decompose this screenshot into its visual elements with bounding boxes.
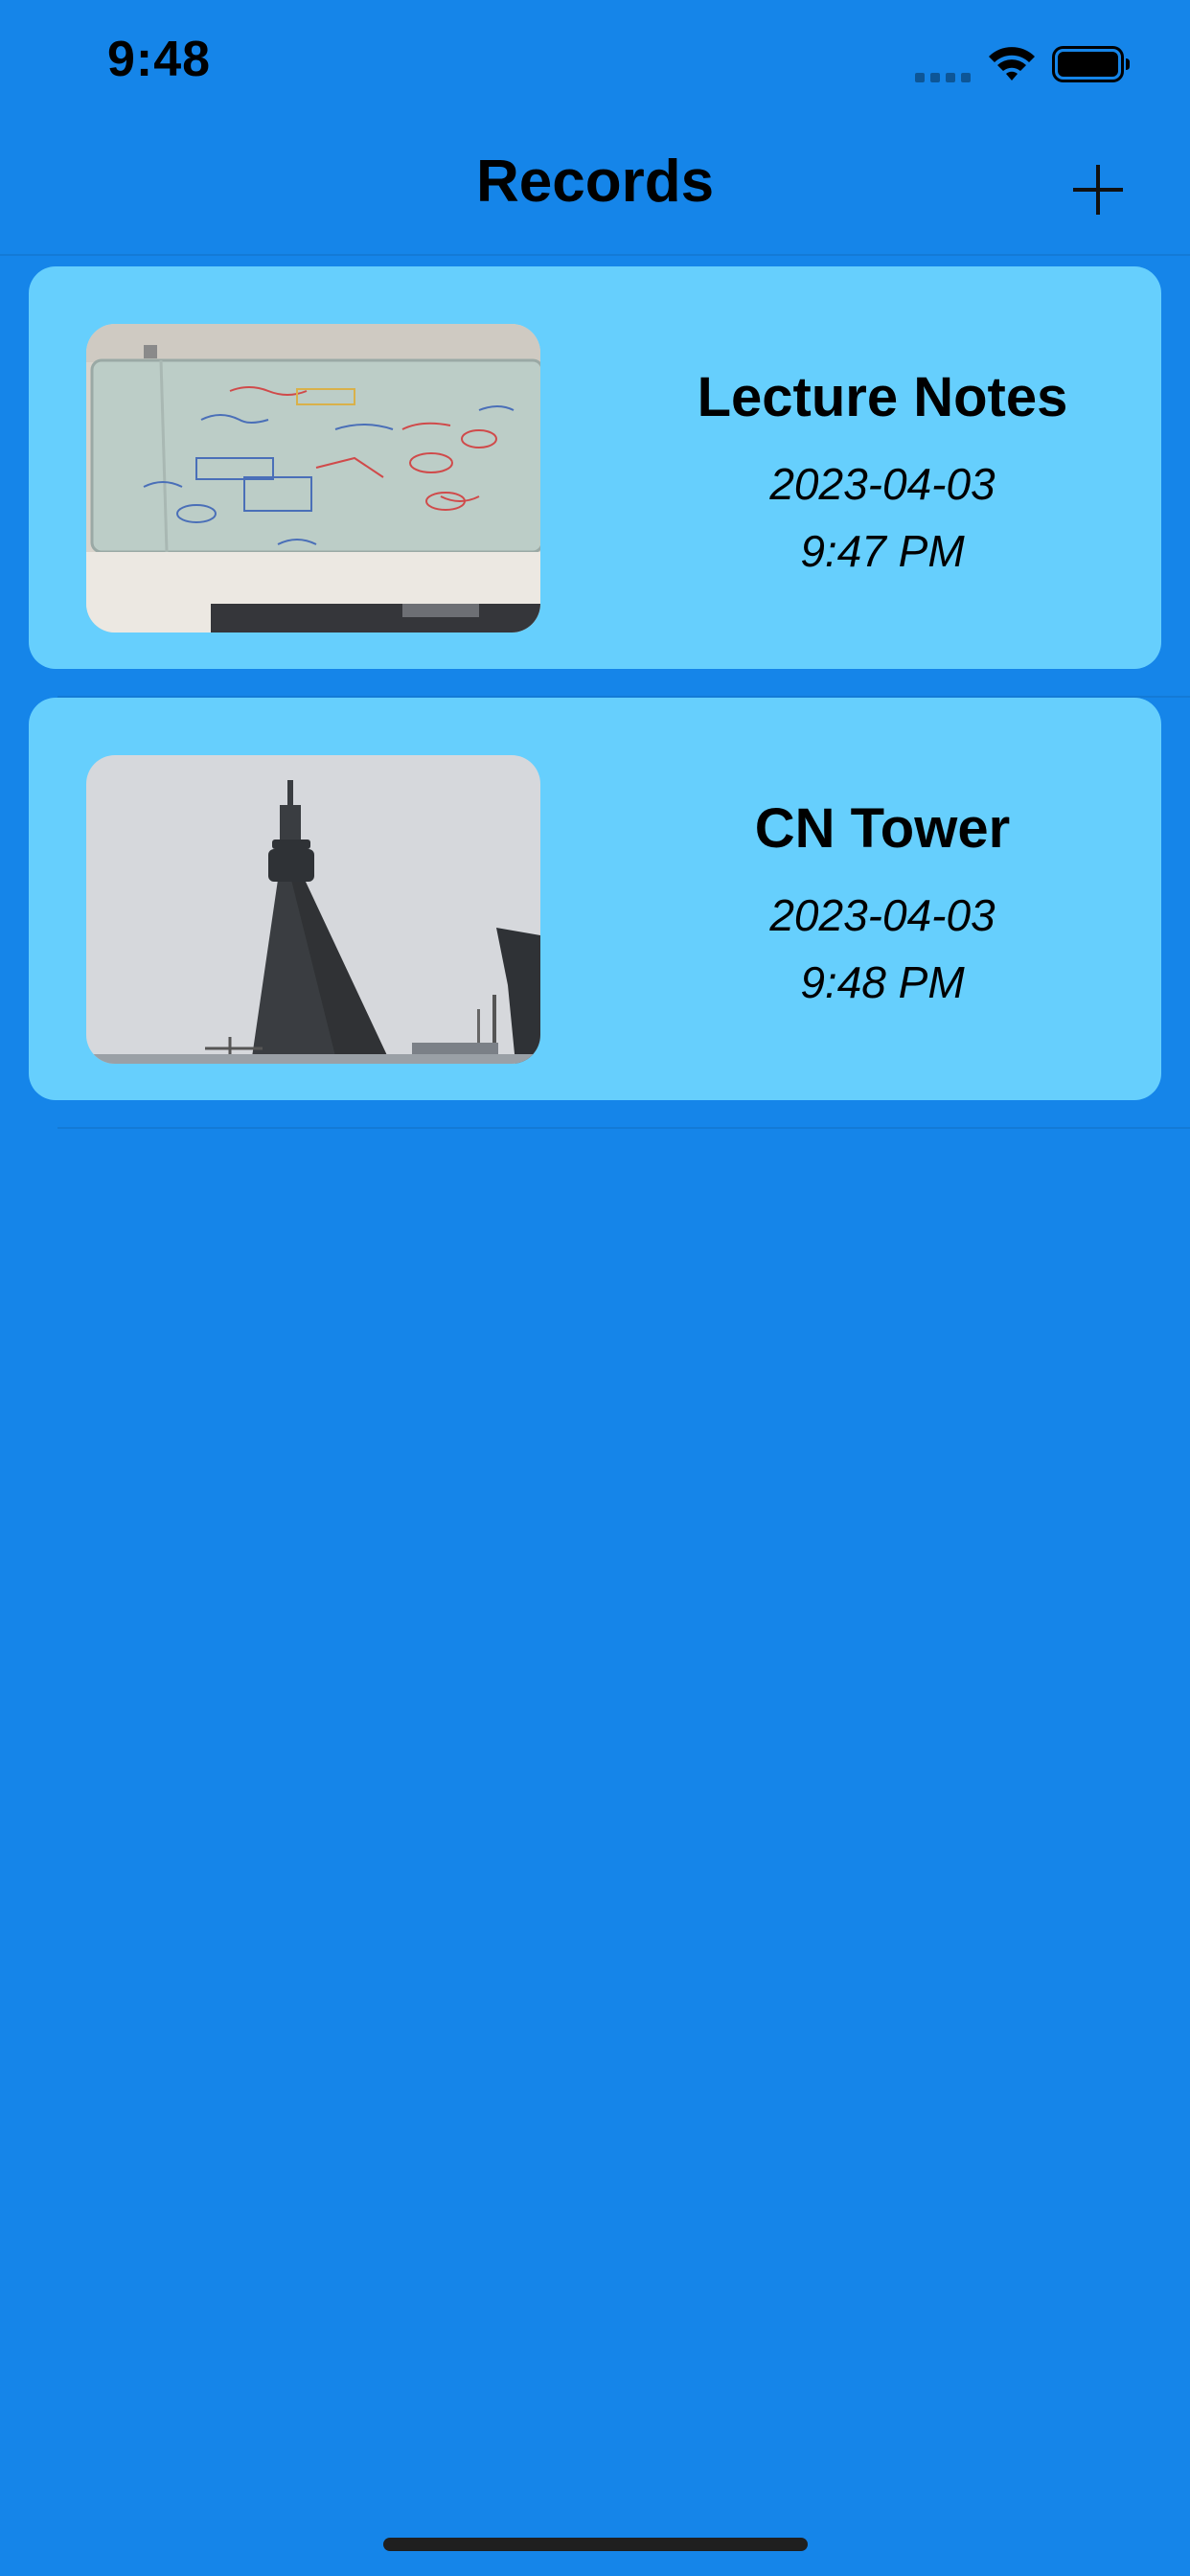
record-title: CN Tower bbox=[754, 797, 1011, 860]
list-item: Lecture Notes 2023-04-03 9:47 PM bbox=[0, 266, 1190, 698]
record-time: 9:47 PM bbox=[800, 526, 965, 576]
add-record-button[interactable] bbox=[1069, 161, 1127, 218]
record-card[interactable]: CN Tower 2023-04-03 9:48 PM bbox=[29, 698, 1161, 1100]
records-list: Lecture Notes 2023-04-03 9:47 PM CN Towe… bbox=[0, 266, 1190, 1129]
record-time: 9:48 PM bbox=[800, 957, 965, 1007]
cn-tower-photo bbox=[86, 755, 540, 1064]
signal-icon bbox=[915, 69, 971, 82]
record-thumbnail bbox=[86, 755, 540, 1064]
plus-icon bbox=[1073, 165, 1123, 215]
record-date: 2023-04-03 bbox=[769, 890, 995, 940]
page-title: Records bbox=[475, 149, 715, 215]
navigation-bar: Records bbox=[0, 134, 1190, 256]
record-date: 2023-04-03 bbox=[769, 459, 995, 509]
status-bar: 9:48 bbox=[0, 0, 1190, 134]
record-thumbnail bbox=[86, 324, 540, 632]
record-title: Lecture Notes bbox=[697, 366, 1068, 428]
record-card[interactable]: Lecture Notes 2023-04-03 9:47 PM bbox=[29, 266, 1161, 669]
status-time: 9:48 bbox=[107, 32, 212, 87]
battery-icon bbox=[1052, 46, 1130, 82]
home-indicator[interactable] bbox=[383, 2538, 808, 2551]
wifi-icon bbox=[989, 47, 1035, 80]
list-item: CN Tower 2023-04-03 9:48 PM bbox=[0, 698, 1190, 1129]
whiteboard-photo bbox=[86, 324, 540, 632]
